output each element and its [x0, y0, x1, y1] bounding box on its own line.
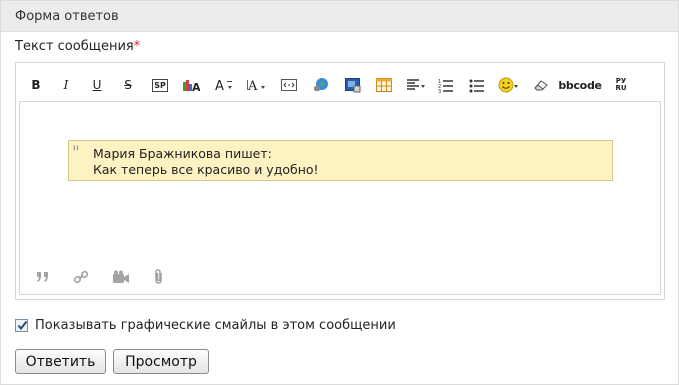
bbcode-toggle-button[interactable]: bbcode [558, 71, 602, 99]
message-textarea[interactable]: " Мария Бражникова пишет: Как теперь все… [19, 101, 661, 295]
font-color-icon: A [183, 80, 200, 92]
quote-mark-icon: " [72, 143, 80, 163]
form-header: Форма ответов [1, 1, 678, 32]
quote-author: Мария Бражникова пишет: [93, 146, 272, 161]
bold-label: B [31, 78, 41, 92]
bullet-list-icon [469, 79, 484, 92]
insert-image-button[interactable] [343, 71, 363, 99]
strike-label: S [124, 78, 132, 92]
message-label-text: Текст сообщения [15, 39, 134, 54]
table-icon [376, 78, 392, 92]
underline-label: U [92, 78, 102, 92]
bbcode-label: bbcode [558, 78, 602, 92]
insert-table-button[interactable] [374, 71, 394, 99]
show-smiles-checkbox[interactable] [15, 319, 28, 332]
spoiler-button[interactable]: SP [150, 71, 170, 99]
code-icon [281, 79, 297, 91]
paperclip-icon [155, 269, 162, 284]
show-smiles-option: Показывать графические смайлы в этом соо… [15, 318, 396, 333]
bold-button[interactable]: B [26, 71, 46, 99]
italic-label: I [63, 78, 69, 92]
insert-link-button[interactable] [311, 71, 331, 99]
font-color-button[interactable]: A [181, 71, 201, 99]
spoiler-label: SP [152, 78, 168, 92]
align-button[interactable] [405, 71, 429, 99]
smiley-button[interactable] [497, 71, 521, 99]
align-left-icon [407, 79, 425, 90]
form-title: Форма ответов [15, 8, 119, 24]
italic-button[interactable]: I [56, 71, 76, 99]
clear-format-button[interactable] [531, 71, 551, 99]
reply-form: Форма ответов Текст сообщения* B I U S S… [0, 0, 679, 385]
svg-text:A: A [215, 79, 224, 92]
smiley-icon [498, 77, 518, 93]
underline-button[interactable]: U [87, 71, 107, 99]
svg-text:3: 3 [438, 89, 441, 93]
link-button[interactable] [72, 268, 90, 286]
editor-toolbar: B I U S SP A A A 1 2 3 bbcode РУ RU [23, 71, 658, 99]
svg-text:A: A [192, 81, 200, 92]
attach-file-button[interactable] [150, 268, 168, 286]
message-editor: B I U S SP A A A 1 2 3 bbcode РУ RU " Ма… [15, 62, 665, 300]
image-icon [345, 78, 361, 93]
font-family-button[interactable]: A [245, 71, 269, 99]
checkmark-icon [17, 320, 28, 331]
preview-button[interactable]: Просмотр [113, 349, 209, 374]
strikethrough-button[interactable]: S [118, 71, 138, 99]
eraser-icon [534, 80, 548, 91]
ordered-list-button[interactable]: 123 [436, 71, 456, 99]
message-label: Текст сообщения* [15, 39, 140, 54]
quote-block: " Мария Бражникова пишет: Как теперь все… [68, 140, 613, 181]
quote-icon [37, 272, 48, 282]
quote-button[interactable] [34, 268, 52, 286]
font-family-icon: A [247, 79, 265, 92]
font-size-icon: A [215, 79, 232, 92]
translit-button[interactable]: РУ RU [611, 71, 631, 99]
video-button[interactable] [112, 268, 130, 286]
font-size-button[interactable]: A [213, 71, 237, 99]
link-icon [73, 270, 89, 284]
ordered-list-icon: 123 [438, 79, 453, 93]
translit-bottom-label: RU [615, 84, 627, 92]
globe-link-icon [314, 78, 328, 91]
video-icon [113, 270, 129, 283]
svg-text:A: A [247, 79, 258, 92]
reply-button[interactable]: Ответить [15, 349, 106, 374]
quote-text: Как теперь все красиво и удобно! [93, 162, 319, 177]
bullet-list-button[interactable] [467, 71, 487, 99]
code-button[interactable] [279, 71, 299, 99]
show-smiles-label[interactable]: Показывать графические смайлы в этом соо… [35, 318, 396, 333]
required-mark: * [133, 39, 141, 54]
